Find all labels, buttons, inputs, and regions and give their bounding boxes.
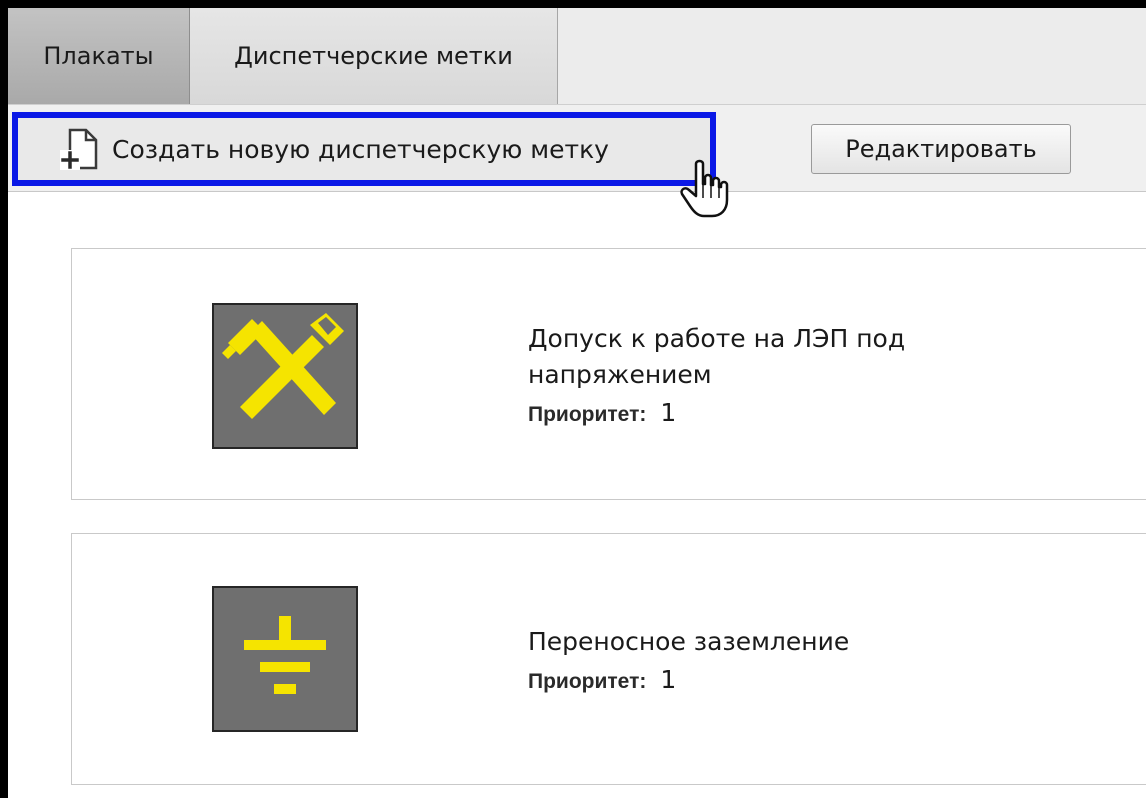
priority-value: 1	[660, 398, 677, 427]
tab-bar: Плакаты Диспетчерские метки	[8, 8, 1146, 105]
app-window: Плакаты Диспетчерские метки Создать нову…	[0, 0, 1146, 798]
edit-button[interactable]: Редактировать	[811, 124, 1071, 174]
tab-label: Плакаты	[43, 42, 154, 70]
mark-title: Допуск к работе на ЛЭП под напряжением	[528, 324, 906, 389]
list-item[interactable]: Допуск к работе на ЛЭП под напряжением П…	[71, 248, 1146, 500]
tab-posters[interactable]: Плакаты	[8, 8, 190, 104]
priority-row: Приоритет: 1	[528, 662, 849, 700]
list-item[interactable]: Переносное заземление Приоритет: 1	[71, 533, 1146, 785]
mark-details: Переносное заземление Приоритет: 1	[528, 624, 849, 700]
priority-value: 1	[660, 665, 677, 694]
mark-title: Переносное заземление	[528, 627, 850, 656]
grounding-icon	[212, 586, 358, 732]
marks-list: Допуск к работе на ЛЭП под напряжением П…	[8, 192, 1146, 798]
priority-label: Приоритет:	[528, 670, 647, 693]
hand-pointer-icon	[676, 158, 736, 222]
new-document-plus-icon	[56, 126, 102, 172]
priority-label: Приоритет:	[528, 403, 647, 426]
create-mark-button[interactable]: Создать новую диспетчерскую метку	[12, 112, 716, 186]
priority-row: Приоритет: 1	[528, 395, 988, 433]
create-mark-label: Создать новую диспетчерскую метку	[112, 134, 609, 164]
toolbar: Создать новую диспетчерскую метку Редакт…	[8, 105, 1146, 192]
mark-details: Допуск к работе на ЛЭП под напряжением П…	[528, 321, 988, 433]
crossed-tools-icon	[212, 303, 358, 449]
tab-label: Диспетчерские метки	[234, 42, 513, 70]
tab-dispatch-marks[interactable]: Диспетчерские метки	[190, 8, 558, 104]
